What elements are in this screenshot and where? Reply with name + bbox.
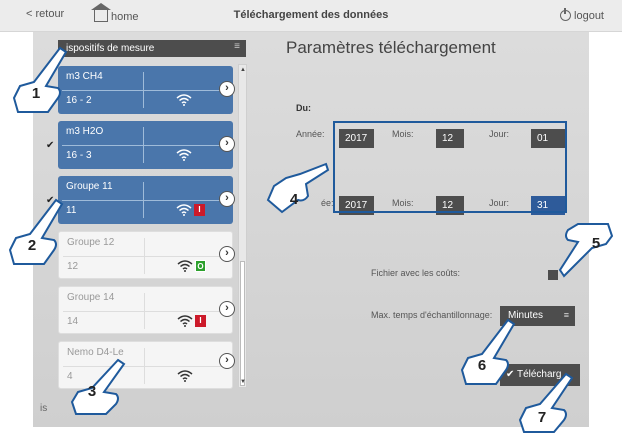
device-card[interactable]: Groupe 14 14 I	[58, 286, 233, 334]
divider	[63, 311, 222, 312]
callout-number: 2	[27, 237, 37, 254]
callout-number: 4	[289, 191, 299, 208]
divider	[143, 72, 144, 108]
scroll-thumb[interactable]	[240, 261, 245, 386]
divider	[144, 293, 145, 329]
device-name: m3 H2O	[66, 126, 104, 137]
wifi-icon	[177, 260, 193, 272]
device-panel-header: ispositifs de mesure ≡	[58, 40, 246, 57]
device-panel-title: ispositifs de mesure	[66, 43, 155, 54]
chevron-right-icon[interactable]: ›	[219, 246, 235, 262]
callout-number: 6	[477, 357, 487, 374]
divider	[144, 238, 145, 274]
annee-label: Année:	[296, 129, 325, 139]
home-label: home	[111, 11, 139, 23]
wifi-icon	[177, 370, 193, 382]
wifi-icon	[176, 94, 192, 106]
check-icon: ✔	[46, 140, 55, 151]
status-badge: I	[194, 204, 205, 216]
device-value: 14	[67, 316, 79, 327]
device-name: Groupe 14	[67, 292, 115, 303]
device-card[interactable]: Groupe 11 11 I	[58, 176, 233, 224]
chevron-right-icon[interactable]: ›	[219, 136, 235, 152]
divider	[143, 127, 144, 163]
fichier-label: Fichier avec les coûts:	[371, 268, 461, 278]
home-icon	[91, 3, 111, 22]
device-value: 11	[66, 205, 77, 216]
date-highlight-box	[333, 121, 567, 213]
device-value: 16 - 3	[66, 150, 92, 161]
callout-number: 3	[87, 383, 97, 400]
chevron-right-icon[interactable]: ›	[219, 81, 235, 97]
wifi-icon	[177, 315, 193, 327]
wifi-icon	[176, 149, 192, 161]
device-value: 12	[67, 261, 79, 272]
back-button[interactable]: < retour	[26, 8, 64, 20]
home-button[interactable]: home	[91, 3, 139, 23]
device-card[interactable]: m3 H2O 16 - 3	[58, 121, 233, 169]
chevron-right-icon[interactable]: ›	[219, 301, 235, 317]
device-card[interactable]: m3 CH4 16 - 2	[58, 66, 233, 114]
more-link[interactable]: is	[40, 403, 47, 414]
scroll-up-icon[interactable]: ▲	[240, 67, 246, 73]
logout-button[interactable]: logout	[560, 8, 604, 22]
device-name: Groupe 12	[67, 237, 115, 248]
du-label: Du:	[296, 103, 311, 113]
power-icon	[560, 8, 572, 21]
menu-icon[interactable]: ≡	[234, 41, 240, 52]
menu-icon: ≡	[563, 310, 569, 320]
chevron-right-icon[interactable]: ›	[219, 353, 235, 369]
divider	[143, 182, 144, 218]
callout-number: 7	[537, 409, 547, 426]
scrollbar[interactable]: ▲ ▼	[238, 64, 247, 388]
status-badge: O	[195, 260, 206, 272]
device-name: m3 CH4	[66, 71, 103, 82]
section-title: Paramètres téléchargement	[286, 38, 496, 57]
device-card[interactable]: Groupe 12 12 O	[58, 231, 233, 279]
scroll-down-icon[interactable]: ▼	[240, 379, 246, 385]
wifi-icon	[176, 204, 192, 216]
callout-number: 1	[31, 85, 41, 102]
divider	[63, 256, 222, 257]
chevron-right-icon[interactable]: ›	[219, 191, 235, 207]
logout-label: logout	[574, 10, 604, 22]
callout-number: 5	[591, 235, 601, 252]
status-badge: I	[195, 315, 206, 327]
device-name: Groupe 11	[66, 181, 113, 192]
back-label: retour	[35, 8, 65, 20]
screen: < retour home Téléchargement des données…	[0, 0, 622, 438]
divider	[144, 348, 145, 384]
top-bar: < retour home Téléchargement des données…	[0, 0, 622, 32]
